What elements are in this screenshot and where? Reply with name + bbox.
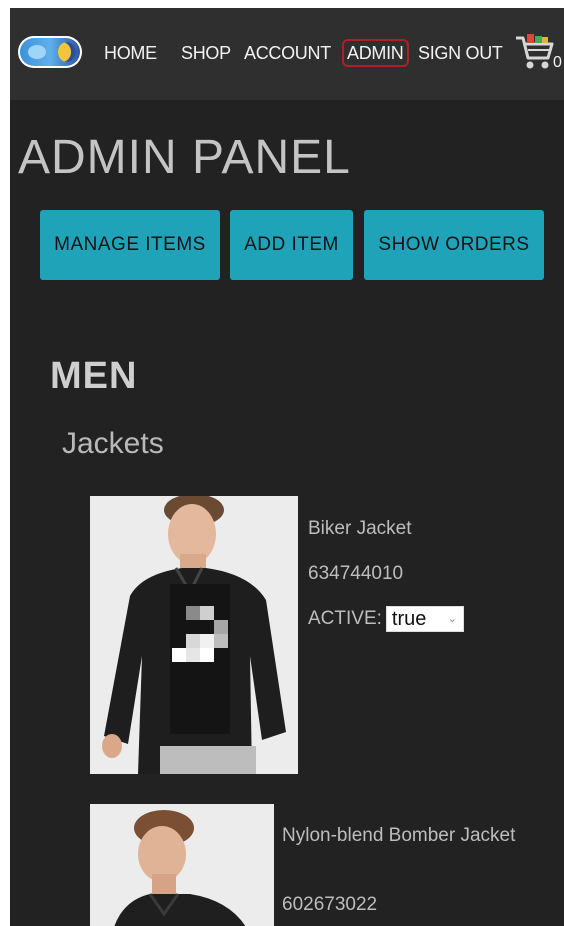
product-image-biker-jacket [90,496,298,774]
product-name: Biker Jacket [308,518,412,539]
show-orders-button[interactable]: SHOW ORDERS [364,210,544,280]
moon-icon [58,42,76,62]
product-code: 602673022 [282,894,378,915]
nav-sign-out-link[interactable]: SIGN OUT [418,42,503,64]
shopping-cart-icon[interactable] [514,32,556,72]
app-frame: HOME SHOP ACCOUNT ADMIN SIGN OUT 0 ADMIN… [10,8,564,926]
add-item-button[interactable]: ADD ITEM [230,210,353,280]
moon-planet-logo[interactable] [18,36,82,68]
active-status-row: ACTIVE: true ⌄ [308,606,464,632]
category-heading: MEN [50,355,138,397]
subcategory-heading: Jackets [62,427,164,460]
active-label: ACTIVE: [308,608,382,629]
nav-admin-link[interactable]: ADMIN [342,39,409,67]
active-status-select[interactable]: true ⌄ [385,606,464,632]
active-select-value: true [391,608,427,630]
nav-account-link[interactable]: ACCOUNT [244,42,331,64]
nav-shop-link[interactable]: SHOP [181,42,231,64]
cart-count: 0 [553,54,562,71]
product-code: 634744010 [308,563,404,584]
manage-items-button[interactable]: MANAGE ITEMS [40,210,220,280]
nav-home-link[interactable]: HOME [104,42,157,64]
page-title: ADMIN PANEL [18,131,351,184]
model-biker-jacket-illustration [90,496,298,774]
product-name: Nylon-blend Bomber Jacket [282,825,516,846]
planet-icon [28,45,46,59]
cart-svg [516,34,554,69]
model-bomber-jacket-illustration [90,804,274,926]
chevron-down-icon: ⌄ [447,612,457,625]
product-image-bomber-jacket [90,804,274,926]
top-navbar: HOME SHOP ACCOUNT ADMIN SIGN OUT 0 [10,8,564,100]
